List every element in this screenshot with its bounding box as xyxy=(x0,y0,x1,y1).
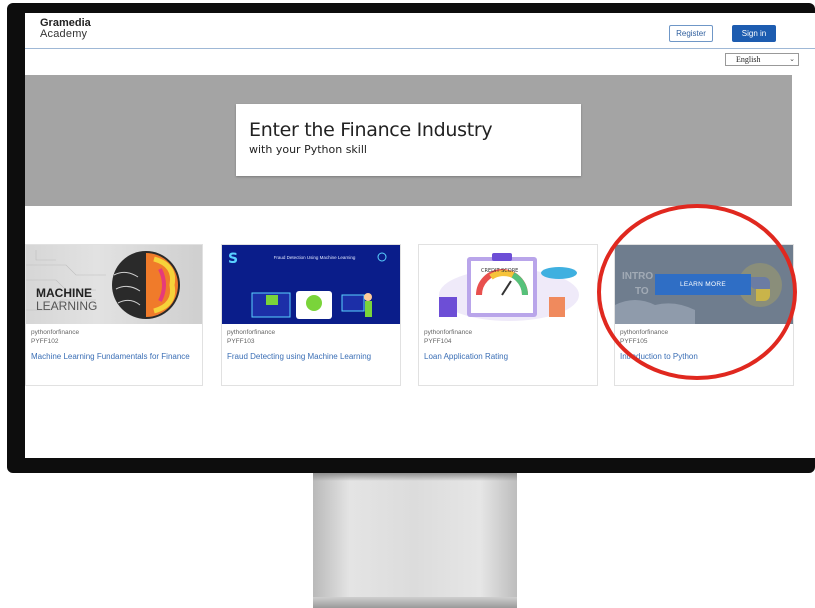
site-logo[interactable]: Gramedia Academy xyxy=(40,18,91,40)
sign-in-button[interactable]: Sign in xyxy=(732,25,776,42)
course-title-link[interactable]: Loan Application Rating xyxy=(424,352,594,362)
course-card[interactable]: S Fraud Detection Using Machine Learning… xyxy=(221,244,401,386)
hero-banner: Enter the Finance Industry with your Pyt… xyxy=(25,75,792,206)
register-button[interactable]: Register xyxy=(669,25,713,42)
course-org: pythonforfinance xyxy=(424,329,473,336)
monitor-stand xyxy=(313,473,517,608)
site-header: Gramedia Academy Register Sign in xyxy=(25,13,815,49)
logo-subtitle: Academy xyxy=(40,28,88,40)
photo-stage: Gramedia Academy Register Sign in Englis… xyxy=(0,0,815,608)
hero-card: Enter the Finance Industry with your Pyt… xyxy=(236,104,581,176)
course-title-link[interactable]: Fraud Detecting using Machine Learning xyxy=(227,352,397,362)
stand-base xyxy=(313,597,517,608)
course-title-link[interactable]: Machine Learning Fundamentals for Financ… xyxy=(31,352,201,362)
thumbnail-text-machine: MACHINE xyxy=(36,286,92,300)
chevron-down-icon: ⌄ xyxy=(789,55,795,63)
course-thumbnail[interactable]: S Fraud Detection Using Machine Learning xyxy=(222,245,400,324)
course-org: pythonforfinance xyxy=(31,329,80,336)
course-card[interactable]: MACHINE LEARNING pythonforfinance PYFF10… xyxy=(25,244,203,386)
course-thumbnail[interactable]: CREDIT SCORE xyxy=(419,245,597,324)
course-thumbnail[interactable]: MACHINE LEARNING xyxy=(26,245,202,324)
hero-title: Enter the Finance Industry xyxy=(249,119,493,141)
thumbnail-text: Fraud Detection Using Machine Learning xyxy=(273,255,356,260)
course-code: PYFF103 xyxy=(227,338,255,345)
credit-score-label: CREDIT SCORE xyxy=(481,268,518,274)
course-code: PYFF104 xyxy=(424,338,452,345)
language-selected-value: English xyxy=(736,55,761,64)
course-org: pythonforfinance xyxy=(227,329,276,336)
stand-shadow xyxy=(313,473,517,481)
highlight-circle xyxy=(597,204,797,380)
language-select[interactable]: English ⌄ xyxy=(725,53,799,66)
thumbnail-text-learning: LEARNING xyxy=(36,299,98,313)
course-code: PYFF102 xyxy=(31,338,59,345)
course-card[interactable]: CREDIT SCORE pythonforfinance PYFF104 Lo… xyxy=(418,244,598,386)
gauge-illustration: CREDIT SCORE xyxy=(439,253,579,321)
hero-subtitle: with your Python skill xyxy=(249,143,367,156)
svg-text:S: S xyxy=(228,251,238,267)
